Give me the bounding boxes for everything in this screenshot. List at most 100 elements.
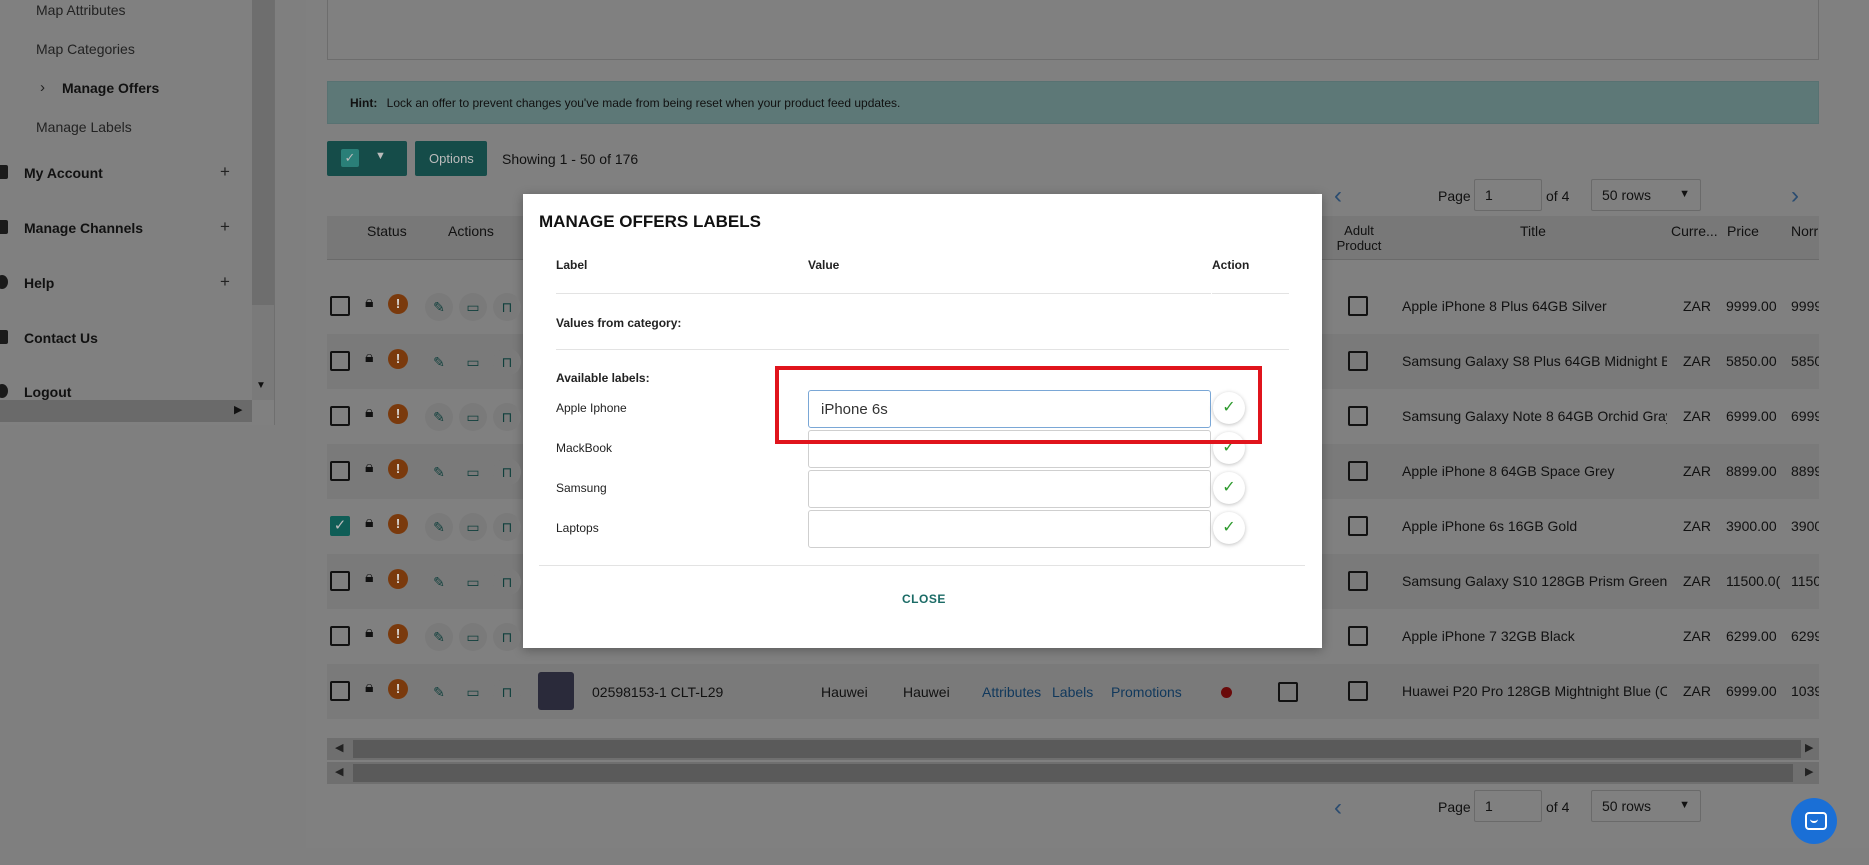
- laptop-icon[interactable]: ▭: [459, 568, 487, 596]
- lock-icon[interactable]: ⊓: [493, 513, 521, 541]
- sidebar-item-map-attributes[interactable]: Map Attributes: [36, 2, 126, 18]
- lock-icon[interactable]: 🔒︎: [365, 624, 374, 642]
- page-input[interactable]: 1: [1474, 179, 1542, 211]
- column-header-price[interactable]: Price: [1727, 223, 1759, 239]
- sidebar-item-help[interactable]: Help: [24, 275, 54, 291]
- sidebar-item-manage-channels[interactable]: Manage Channels: [24, 220, 143, 236]
- edit-icon[interactable]: ✎: [425, 293, 453, 321]
- lock-icon[interactable]: ⊓: [493, 403, 521, 431]
- adult-product-checkbox[interactable]: [1348, 351, 1368, 371]
- row-select-checkbox[interactable]: [330, 626, 350, 646]
- confirm-check-icon[interactable]: ✓: [1213, 512, 1245, 544]
- scrollbar-thumb[interactable]: [353, 764, 1793, 782]
- row-select-checkbox[interactable]: [330, 681, 350, 701]
- column-header-actions[interactable]: Actions: [448, 223, 494, 239]
- laptop-icon[interactable]: ▭: [459, 678, 487, 706]
- column-header-normal-price[interactable]: Norr: [1791, 223, 1818, 239]
- lock-icon[interactable]: 🔒︎: [365, 349, 374, 367]
- column-header-status[interactable]: Status: [367, 223, 407, 239]
- plus-icon[interactable]: +: [220, 162, 230, 182]
- adult-product-checkbox[interactable]: [1348, 461, 1368, 481]
- options-button[interactable]: Options: [415, 141, 487, 176]
- laptop-icon[interactable]: ▭: [459, 348, 487, 376]
- sidebar-item-my-account[interactable]: My Account: [24, 165, 103, 181]
- sidebar-item-manage-offers[interactable]: Manage Offers: [62, 80, 159, 96]
- row-select-checkbox[interactable]: ✓: [330, 516, 350, 536]
- laptop-icon[interactable]: ▭: [459, 293, 487, 321]
- sidebar-item-logout[interactable]: Logout: [24, 384, 71, 400]
- laptop-icon[interactable]: ▭: [459, 458, 487, 486]
- adult-product-checkbox[interactable]: [1348, 571, 1368, 591]
- sidebar-item-map-categories[interactable]: Map Categories: [36, 41, 135, 57]
- column-header-adult-product[interactable]: Adult Product: [1327, 223, 1391, 253]
- sidebar-item-manage-labels[interactable]: Manage Labels: [36, 119, 132, 135]
- sidebar-horizontal-scrollbar[interactable]: ▶: [0, 400, 252, 422]
- lock-icon[interactable]: 🔒︎: [365, 679, 374, 697]
- label-value-input[interactable]: [808, 470, 1211, 508]
- bulk-select-button[interactable]: ✓ ▼: [327, 141, 407, 176]
- row-currency: ZAR: [1683, 353, 1711, 369]
- column-header-currency[interactable]: Curre...: [1671, 223, 1718, 239]
- lock-icon[interactable]: 🔒︎: [365, 569, 374, 587]
- chat-icon[interactable]: [1791, 798, 1837, 844]
- edit-icon[interactable]: ✎: [425, 403, 453, 431]
- adult-product-checkbox[interactable]: [1348, 626, 1368, 646]
- laptop-icon[interactable]: ▭: [459, 623, 487, 651]
- promotions-link[interactable]: Promotions: [1111, 684, 1182, 700]
- adult-product-checkbox[interactable]: [1348, 516, 1368, 536]
- lock-icon[interactable]: ⊓: [493, 293, 521, 321]
- column-header-title[interactable]: Title: [1520, 223, 1546, 239]
- close-button[interactable]: CLOSE: [902, 592, 946, 606]
- rows-per-page-select[interactable]: 50 rows ▼: [1591, 179, 1701, 211]
- row-select-checkbox[interactable]: [330, 461, 350, 481]
- chevron-right-icon[interactable]: ›: [1791, 182, 1799, 210]
- adult-product-checkbox[interactable]: [1348, 681, 1368, 701]
- edit-icon[interactable]: ✎: [425, 513, 453, 541]
- edit-icon[interactable]: ✎: [425, 568, 453, 596]
- scrollbar-thumb[interactable]: [353, 740, 1801, 758]
- sidebar-item-contact-us[interactable]: Contact Us: [24, 330, 98, 346]
- lock-icon[interactable]: 🔒︎: [365, 514, 374, 532]
- warning-icon: !: [388, 459, 408, 479]
- labels-link[interactable]: Labels: [1052, 684, 1093, 700]
- row-select-checkbox[interactable]: [330, 351, 350, 371]
- scroll-right-icon[interactable]: ▶: [1805, 765, 1813, 778]
- lock-icon[interactable]: 🔒︎: [365, 459, 374, 477]
- scroll-right-icon[interactable]: ▶: [1805, 741, 1813, 754]
- plus-icon[interactable]: +: [220, 217, 230, 237]
- scroll-left-icon[interactable]: ◀: [335, 765, 343, 778]
- chevron-left-icon[interactable]: ‹: [1334, 794, 1342, 822]
- lock-icon[interactable]: ⊓: [493, 458, 521, 486]
- lock-icon[interactable]: 🔒︎: [365, 404, 374, 422]
- adult-product-checkbox[interactable]: [1348, 406, 1368, 426]
- lock-icon[interactable]: ⊓: [493, 678, 521, 706]
- lock-icon[interactable]: 🔒︎: [365, 294, 374, 312]
- adult-product-checkbox[interactable]: [1348, 296, 1368, 316]
- edit-icon[interactable]: ✎: [425, 623, 453, 651]
- row-select-checkbox[interactable]: [330, 571, 350, 591]
- table-horizontal-scrollbar[interactable]: ◀ ▶: [327, 738, 1819, 760]
- table-horizontal-scrollbar-secondary[interactable]: ◀ ▶: [327, 762, 1819, 784]
- confirm-check-icon[interactable]: ✓: [1213, 472, 1245, 504]
- lock-icon[interactable]: ⊓: [493, 348, 521, 376]
- scroll-left-icon[interactable]: ◀: [335, 741, 343, 754]
- edit-icon[interactable]: ✎: [425, 348, 453, 376]
- edit-icon[interactable]: ✎: [425, 458, 453, 486]
- attributes-link[interactable]: Attributes: [982, 684, 1041, 700]
- chevron-left-icon[interactable]: ‹: [1334, 182, 1342, 210]
- plus-icon[interactable]: +: [220, 272, 230, 292]
- row-select-checkbox[interactable]: [330, 296, 350, 316]
- laptop-icon[interactable]: ▭: [459, 513, 487, 541]
- rows-per-page-select[interactable]: 50 rows ▼: [1591, 790, 1701, 822]
- scroll-down-icon[interactable]: ▼: [256, 380, 266, 391]
- row-select-checkbox[interactable]: [330, 406, 350, 426]
- page-input[interactable]: 1: [1474, 790, 1542, 822]
- sidebar-scroll-thumb[interactable]: [252, 0, 274, 305]
- edit-icon[interactable]: ✎: [425, 678, 453, 706]
- label-value-input[interactable]: [808, 510, 1211, 548]
- laptop-icon[interactable]: ▭: [459, 403, 487, 431]
- lock-icon[interactable]: ⊓: [493, 623, 521, 651]
- lock-icon[interactable]: ⊓: [493, 568, 521, 596]
- row-flag-checkbox[interactable]: [1278, 682, 1298, 702]
- scroll-right-icon[interactable]: ▶: [234, 403, 242, 416]
